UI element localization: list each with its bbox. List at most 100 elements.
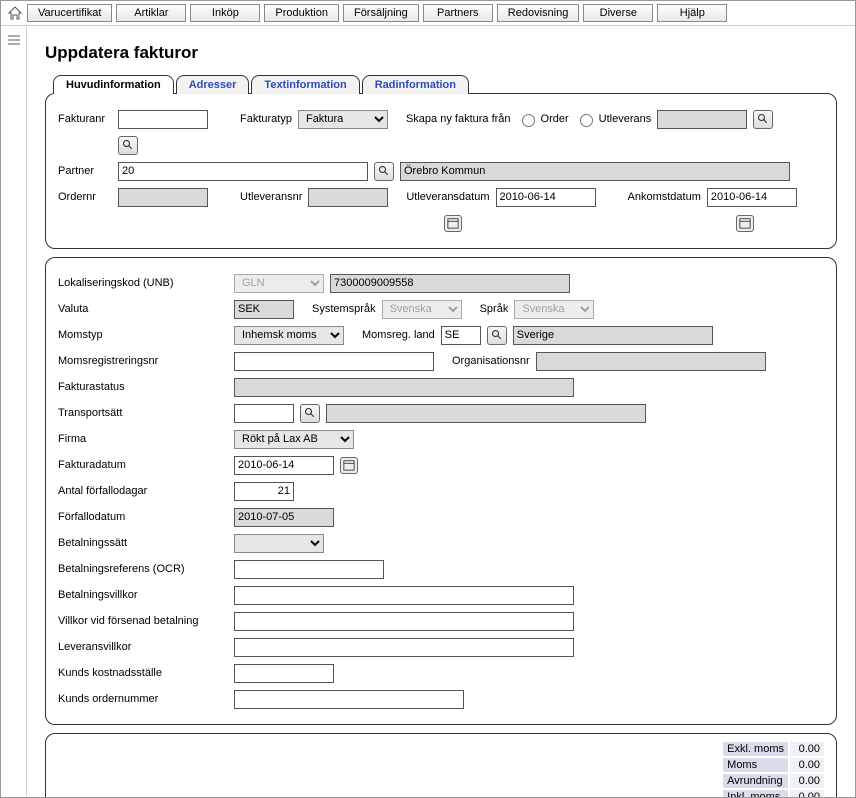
radio-order[interactable] — [522, 114, 535, 127]
top-menu-bar: Varucertifikat Artiklar Inköp Produktion… — [1, 1, 855, 26]
fakturadatum-calendar-button[interactable] — [340, 457, 358, 474]
excl-moms-value: 0.00 — [790, 742, 824, 756]
organisationsnr-display — [536, 352, 766, 371]
ankomstdatum-calendar-button[interactable] — [736, 215, 754, 232]
page-title: Uppdatera fakturor — [45, 43, 837, 63]
fakturastatus-label: Fakturastatus — [58, 381, 228, 393]
kunds-kostnadsstalle-input[interactable] — [234, 664, 334, 683]
inkl-moms-label: Inkl. moms — [723, 790, 788, 797]
fakturanr-input[interactable] — [118, 110, 208, 129]
betalningsvillkor-label: Betalningsvillkor — [58, 589, 228, 601]
utleveransdatum-input[interactable] — [496, 188, 596, 207]
valuta-display: SEK — [234, 300, 294, 319]
partner-search-button[interactable] — [374, 162, 394, 181]
skapa-ref-display — [657, 110, 747, 129]
ordernr-label: Ordernr — [58, 191, 112, 203]
home-icon[interactable] — [7, 5, 23, 21]
forfallodagar-input[interactable] — [234, 482, 294, 501]
valuta-label: Valuta — [58, 303, 228, 315]
fakturatyp-label: Fakturatyp — [240, 113, 292, 125]
transportsatt-search-button[interactable] — [300, 404, 320, 423]
panel-footer: Exkl. moms0.00 Moms0.00 Avrundning0.00 I… — [45, 733, 837, 797]
lokaliseringskod-type-select: GLN — [234, 274, 324, 293]
menu-forsaljning[interactable]: Försäljning — [343, 4, 419, 22]
menu-produktion[interactable]: Produktion — [264, 4, 339, 22]
panel-detail: Lokaliseringskod (UNB) GLN 7300009009558… — [45, 257, 837, 725]
inkl-moms-value: 0.00 — [790, 790, 824, 797]
villkor-forsenad-label: Villkor vid försenad betalning — [58, 615, 228, 627]
menu-redovisning[interactable]: Redovisning — [497, 4, 580, 22]
fakturadatum-input[interactable] — [234, 456, 334, 475]
leveransvillkor-input[interactable] — [234, 638, 574, 657]
radio-utleverans-label: Utleverans — [599, 113, 652, 125]
menu-hjalp[interactable]: Hjälp — [657, 4, 727, 22]
tab-textinformation[interactable]: Textinformation — [251, 75, 359, 94]
kunds-ordernummer-input[interactable] — [234, 690, 464, 709]
menu-diverse[interactable]: Diverse — [583, 4, 653, 22]
panel-header: Fakturanr Fakturatyp Faktura Skapa ny fa… — [45, 93, 837, 249]
momsland-code-input[interactable] — [441, 326, 481, 345]
forfallodatum-display: 2010-07-05 — [234, 508, 334, 527]
avrundning-value: 0.00 — [790, 774, 824, 788]
momsland-name-display: Sverige — [513, 326, 713, 345]
menu-partners[interactable]: Partners — [423, 4, 493, 22]
momstyp-label: Momstyp — [58, 329, 228, 341]
sprak-label: Språk — [480, 303, 509, 315]
fakturadatum-label: Fakturadatum — [58, 459, 228, 471]
tab-adresser[interactable]: Adresser — [176, 75, 250, 94]
tab-strip: Huvudinformation Adresser Textinformatio… — [53, 75, 837, 94]
menu-inkop[interactable]: Inköp — [190, 4, 260, 22]
organisationsnr-label: Organisationsnr — [452, 355, 530, 367]
betalningsreferens-input[interactable] — [234, 560, 384, 579]
systemsprak-label: Systemspråk — [312, 303, 376, 315]
leveransvillkor-label: Leveransvillkor — [58, 641, 228, 653]
utleveransdatum-calendar-button[interactable] — [444, 215, 462, 232]
ankomstdatum-input[interactable] — [707, 188, 797, 207]
skapa-label: Skapa ny faktura från — [406, 113, 511, 125]
radio-order-label: Order — [541, 113, 569, 125]
fakturanr-search-button[interactable] — [118, 136, 138, 155]
fakturatyp-select[interactable]: Faktura — [298, 110, 388, 129]
excl-moms-label: Exkl. moms — [723, 742, 788, 756]
moms-label: Moms — [723, 758, 788, 772]
menu-varucertifikat[interactable]: Varucertifikat — [27, 4, 112, 22]
utleveransdatum-label: Utleveransdatum — [406, 191, 489, 203]
utleveransnr-display — [308, 188, 388, 207]
menu-artiklar[interactable]: Artiklar — [116, 4, 186, 22]
forfallodagar-label: Antal förfallodagar — [58, 485, 228, 497]
systemsprak-select: Svenska — [382, 300, 462, 319]
momsregistreringsnr-input[interactable] — [234, 352, 434, 371]
betalningsvillkor-input[interactable] — [234, 586, 574, 605]
momsland-search-button[interactable] — [487, 326, 507, 345]
lokaliseringskod-value: 7300009009558 — [330, 274, 570, 293]
momstyp-select[interactable]: Inhemsk moms — [234, 326, 344, 345]
avrundning-label: Avrundning — [723, 774, 788, 788]
forfallodatum-label: Förfallodatum — [58, 511, 228, 523]
fakturastatus-display — [234, 378, 574, 397]
sprak-select: Svenska — [514, 300, 594, 319]
ankomstdatum-label: Ankomstdatum — [628, 191, 701, 203]
transportsatt-name-display — [326, 404, 646, 423]
villkor-forsenad-input[interactable] — [234, 612, 574, 631]
partner-id-input[interactable] — [118, 162, 368, 181]
kunds-kostnadsstalle-label: Kunds kostnadsställe — [58, 667, 228, 679]
skapa-ref-search-button[interactable] — [753, 110, 773, 129]
partner-label: Partner — [58, 165, 112, 177]
betalningssatt-select[interactable] — [234, 534, 324, 553]
moms-value: 0.00 — [790, 758, 824, 772]
firma-select[interactable]: Rökt på Lax AB — [234, 430, 354, 449]
partner-name-display: Örebro Kommun — [400, 162, 790, 181]
totals-table: Exkl. moms0.00 Moms0.00 Avrundning0.00 I… — [721, 740, 826, 797]
tab-huvudinformation[interactable]: Huvudinformation — [53, 75, 174, 94]
firma-label: Firma — [58, 433, 228, 445]
momsland-label: Momsreg. land — [362, 329, 435, 341]
betalningsreferens-label: Betalningsreferens (OCR) — [58, 563, 228, 575]
ordernr-display — [118, 188, 208, 207]
kunds-ordernummer-label: Kunds ordernummer — [58, 693, 228, 705]
lokaliseringskod-label: Lokaliseringskod (UNB) — [58, 277, 228, 289]
list-icon[interactable] — [6, 33, 22, 47]
left-rail — [1, 27, 27, 796]
transportsatt-code-input[interactable] — [234, 404, 294, 423]
tab-radinformation[interactable]: Radinformation — [362, 75, 469, 94]
radio-utleverans[interactable] — [580, 114, 593, 127]
